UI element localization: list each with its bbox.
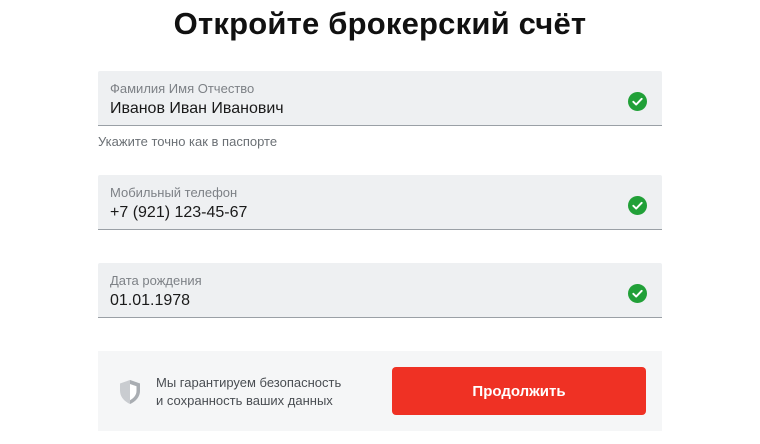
phone-input[interactable]: +7 (921) 123-45-67 — [110, 203, 247, 223]
birth-date-label: Дата рождения — [110, 273, 202, 288]
continue-button[interactable]: Продолжить — [392, 367, 646, 415]
full-name-field[interactable]: Фамилия Имя Отчество Иванов Иван Иванови… — [98, 71, 662, 126]
birth-date-field[interactable]: Дата рождения 01.01.1978 — [98, 263, 662, 318]
security-guarantee-line2: и сохранность ваших данных — [156, 393, 333, 408]
check-circle-icon — [628, 196, 647, 215]
phone-label: Мобильный телефон — [110, 185, 238, 200]
security-guarantee-text: Мы гарантируем безопасность и сохранност… — [156, 374, 341, 410]
page: Откройте брокерский счёт Фамилия Имя Отч… — [0, 0, 760, 444]
full-name-input[interactable]: Иванов Иван Иванович — [110, 99, 284, 119]
check-circle-icon — [628, 92, 647, 111]
birth-date-input[interactable]: 01.01.1978 — [110, 291, 190, 311]
page-title: Откройте брокерский счёт — [173, 6, 587, 41]
full-name-label: Фамилия Имя Отчество — [110, 81, 255, 96]
full-name-hint: Укажите точно как в паспорте — [98, 134, 278, 149]
phone-field[interactable]: Мобильный телефон +7 (921) 123-45-67 — [98, 175, 662, 230]
shield-icon — [120, 380, 140, 404]
check-circle-icon — [628, 284, 647, 303]
security-guarantee-line1: Мы гарантируем безопасность — [156, 375, 342, 390]
submit-panel: Мы гарантируем безопасность и сохранност… — [98, 351, 662, 431]
